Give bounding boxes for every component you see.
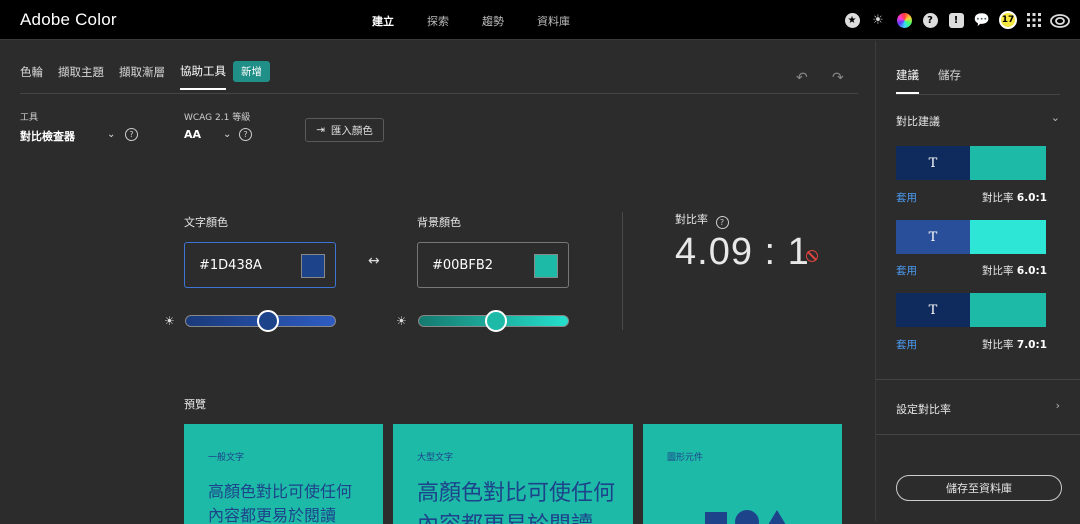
preview-card-normal-text: 一般文字 高顏色對比可使任何內容都更易於閱讀: [184, 424, 383, 524]
top-icons: ★ ☀ ? ! 💬 17: [836, 10, 1070, 30]
tab-extract-theme[interactable]: 擷取主題: [58, 64, 104, 89]
suggestion-bg-sample: [970, 146, 1046, 180]
top-nav: 建立 探索 趨勢 資料庫: [372, 13, 603, 29]
new-badge: 新增: [233, 61, 270, 82]
star-badge-icon[interactable]: ★: [842, 10, 862, 30]
color-wheel-icon[interactable]: [894, 10, 914, 30]
preview-square-shape: [705, 512, 727, 524]
preview-card-large-text: 大型文字 高顏色對比可使任何內容都更易於閱讀: [393, 424, 633, 524]
apps-grid-icon[interactable]: [1024, 10, 1044, 30]
bg-brightness-icon: ☀: [396, 314, 407, 328]
bg-brightness-handle[interactable]: [485, 310, 508, 332]
chat-icon[interactable]: 💬: [972, 10, 992, 30]
suggestion-text-sample: T: [896, 220, 970, 254]
nav-create[interactable]: 建立: [372, 13, 394, 29]
contrast-ratio-label: 對比率 ?: [675, 211, 729, 229]
text-color-input[interactable]: #1D438A: [184, 242, 336, 288]
feedback-icon[interactable]: !: [946, 10, 966, 30]
import-icon: ⇥: [316, 124, 325, 136]
right-divider: [876, 379, 1080, 380]
preview-card-title: 一般文字: [208, 453, 245, 463]
bg-color-swatch[interactable]: [534, 254, 558, 278]
wcag-select[interactable]: AA: [184, 128, 201, 141]
preview-sample-text: 高顏色對比可使任何內容都更易於閱讀: [417, 481, 616, 524]
bg-color-input[interactable]: #00BFB2: [417, 242, 569, 288]
app-title[interactable]: Adobe Color: [20, 10, 117, 30]
tab-suggestions[interactable]: 建議: [896, 67, 919, 94]
creative-cloud-icon[interactable]: [1050, 10, 1070, 30]
preview-triangle-shape: [765, 510, 789, 524]
bg-color-label: 背景顏色: [417, 216, 461, 229]
swap-colors-icon[interactable]: ↔: [368, 253, 380, 269]
vertical-divider: [622, 212, 623, 330]
right-divider: [876, 434, 1080, 435]
save-to-library-button[interactable]: 儲存至資料庫: [896, 475, 1062, 501]
import-label: 匯入顏色: [330, 124, 373, 137]
tool-chevron-down-icon[interactable]: ⌄: [107, 129, 115, 140]
wcag-chevron-down-icon[interactable]: ⌄: [223, 129, 231, 140]
suggestion-swatch[interactable]: T: [896, 146, 1046, 180]
suggestion-text-sample: T: [896, 146, 970, 180]
suggestion-ratio: 對比率 6.0:1: [982, 265, 1047, 277]
nav-trends[interactable]: 趨勢: [482, 13, 504, 29]
wcag-label: WCAG 2.1 等級: [184, 113, 251, 123]
set-ratio-link[interactable]: 設定對比率: [896, 401, 951, 417]
sun-icon[interactable]: ☀: [868, 10, 888, 30]
suggestion-bg-sample: [970, 220, 1046, 254]
tool-label: 工具: [20, 113, 39, 123]
help-icon[interactable]: ?: [920, 10, 940, 30]
tab-accessibility-tools[interactable]: 協助工具: [180, 63, 226, 90]
nav-explore[interactable]: 探索: [427, 13, 449, 29]
preview-card-title: 圖形元件: [667, 453, 704, 463]
contrast-help-icon[interactable]: ?: [715, 216, 729, 229]
suggestion-swatch[interactable]: T: [896, 220, 1046, 254]
preview-card-graphics: 圖形元件: [643, 424, 842, 524]
top-bar: Adobe Color 建立 探索 趨勢 資料庫 ★ ☀ ? ! 💬 17: [0, 0, 1080, 40]
text-color-swatch[interactable]: [301, 254, 325, 278]
preview-label: 預覽: [184, 398, 206, 411]
bg-brightness-slider[interactable]: [418, 310, 569, 332]
suggestion-text-sample: T: [896, 293, 970, 327]
preview-sample-text: 高顏色對比可使任何內容都更易於閱讀: [208, 482, 353, 524]
fail-icon: [806, 250, 818, 262]
tabs-divider: [20, 93, 858, 94]
suggestion-swatch[interactable]: T: [896, 293, 1046, 327]
apply-suggestion-link[interactable]: 套用: [896, 337, 917, 352]
preview-circle-shape: [735, 510, 759, 524]
text-brightness-icon: ☀: [164, 314, 175, 328]
mode-tabs: 色輪 擷取主題 擷取漸層 協助工具 新增: [20, 61, 270, 90]
contrast-ratio-value: 4.09 : 1: [675, 231, 810, 273]
set-ratio-chevron-right-icon[interactable]: ›: [1056, 399, 1060, 412]
suggestion-ratio: 對比率 7.0:1: [982, 339, 1047, 351]
right-tabs-divider: [896, 94, 1060, 95]
right-panel: 建議 儲存 對比建議 ⌄ T 套用 對比率 6.0:1 T 套用 對比率 6.0…: [875, 41, 1080, 521]
tab-color-wheel[interactable]: 色輪: [20, 64, 43, 89]
import-colors-button[interactable]: ⇥ 匯入顏色: [305, 118, 384, 142]
suggestion-ratio: 對比率 6.0:1: [982, 192, 1047, 204]
main-panel: 色輪 擷取主題 擷取漸層 協助工具 新增 ↶ ↷ 工具 對比檢查器 ⌄ ? WC…: [0, 41, 874, 524]
tool-select[interactable]: 對比檢查器: [20, 128, 75, 144]
tab-extract-gradient[interactable]: 擷取漸層: [119, 64, 165, 89]
text-brightness-slider[interactable]: [185, 310, 336, 332]
text-color-label: 文字顏色: [184, 216, 228, 229]
text-brightness-handle[interactable]: [256, 310, 279, 332]
bg-color-hex[interactable]: #00BFB2: [432, 258, 493, 273]
suggestions-chevron-down-icon[interactable]: ⌄: [1051, 111, 1060, 124]
suggestion-bg-sample: [970, 293, 1046, 327]
avatar[interactable]: 17: [998, 10, 1018, 30]
tool-help-icon[interactable]: ?: [125, 128, 138, 141]
nav-library[interactable]: 資料庫: [537, 13, 570, 29]
undo-icon[interactable]: ↶: [796, 70, 808, 86]
apply-suggestion-link[interactable]: 套用: [896, 263, 917, 278]
text-color-hex[interactable]: #1D438A: [199, 258, 262, 273]
tab-saved[interactable]: 儲存: [938, 67, 961, 83]
redo-icon[interactable]: ↷: [832, 70, 844, 86]
preview-card-title: 大型文字: [417, 453, 454, 463]
suggestions-title[interactable]: 對比建議: [896, 113, 940, 129]
wcag-help-icon[interactable]: ?: [239, 128, 252, 141]
apply-suggestion-link[interactable]: 套用: [896, 190, 917, 205]
